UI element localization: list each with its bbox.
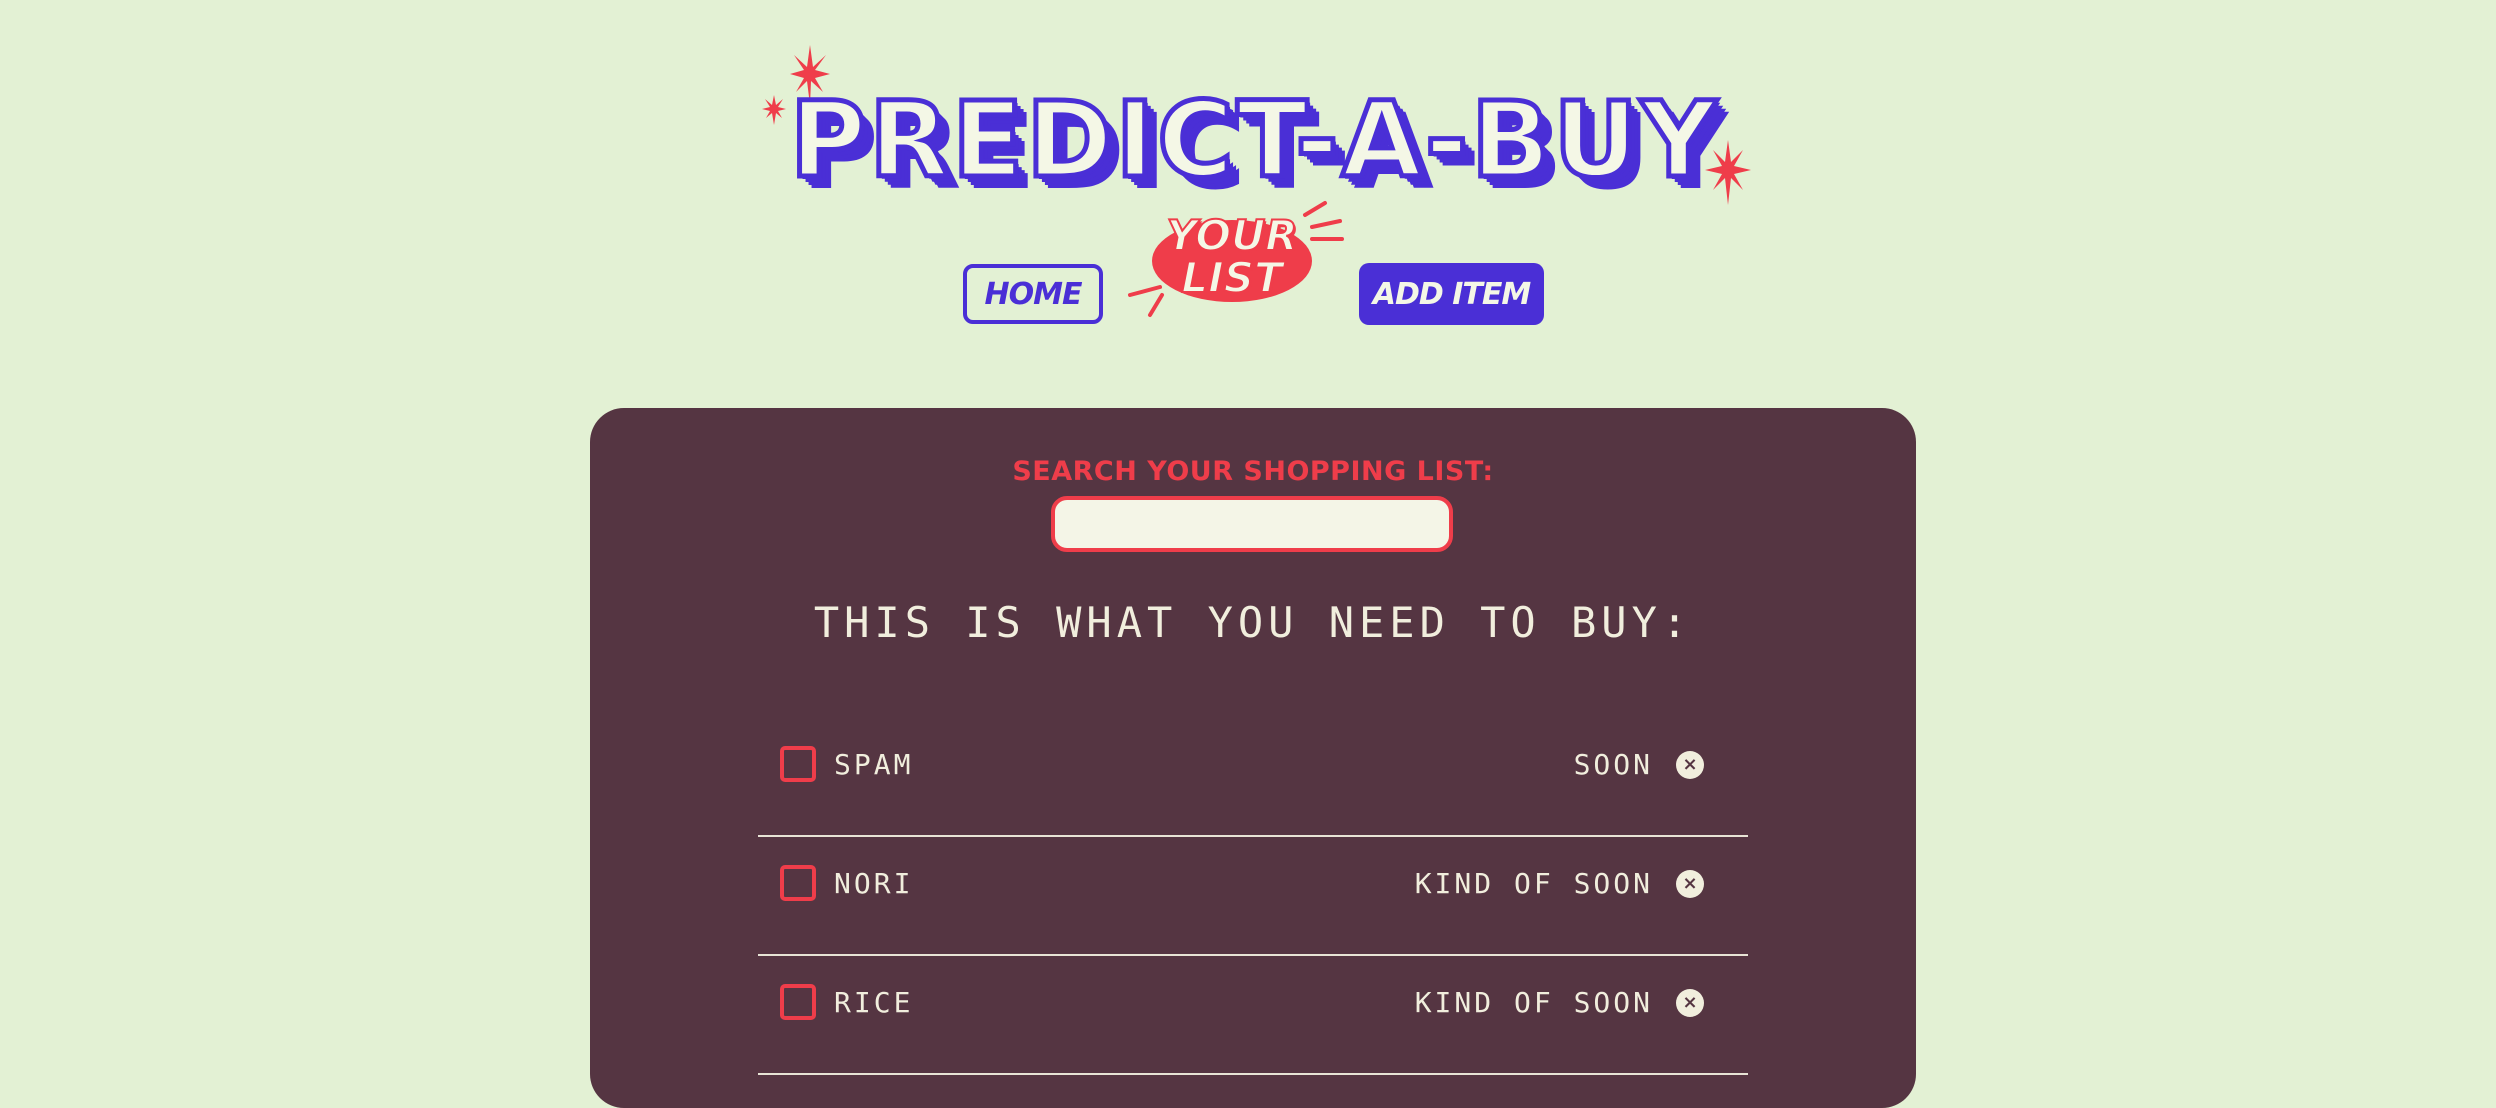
list-item: SPAM SOON × [758,718,1748,837]
item-checkbox[interactable] [780,984,816,1020]
item-urgency: SOON [1573,748,1653,781]
item-checkbox[interactable] [780,865,816,901]
app-title: PREDICT-A-BUY [787,79,1720,201]
item-name: SPAM [834,748,914,781]
nav-your-list-link[interactable]: YOUR LIST [1120,195,1350,330]
item-name: NORI [834,867,914,900]
shopping-list: SPAM SOON × NORI KIND OF SOON × RICE KIN… [758,718,1748,1075]
item-name: RICE [834,986,914,1019]
close-circle-icon[interactable]: × [1676,751,1704,779]
close-circle-icon[interactable]: × [1676,989,1704,1017]
app-header: PREDICT-A-BUY [760,30,1760,210]
your-list-label-line2: LIST [1180,253,1283,302]
nav-home-link[interactable]: HOME [963,264,1103,324]
shopping-list-panel: SEARCH YOUR SHOPPING LIST: THIS IS WHAT … [590,408,1916,1108]
nav-add-item-link[interactable]: ADD ITEM [1359,263,1544,325]
sparkle-icon [1705,140,1751,205]
search-label: SEARCH YOUR SHOPPING LIST: [1012,456,1494,487]
item-urgency: KIND OF SOON [1414,867,1653,900]
item-urgency: KIND OF SOON [1414,986,1653,1019]
list-item: NORI KIND OF SOON × [758,837,1748,956]
list-item: RICE KIND OF SOON × [758,956,1748,1075]
close-circle-icon[interactable]: × [1676,870,1704,898]
list-heading: THIS IS WHAT YOU NEED TO BUY: [813,598,1693,647]
item-checkbox[interactable] [780,746,816,782]
your-list-label: YOUR LIST [1152,211,1312,302]
search-input[interactable] [1051,496,1453,552]
your-list-label-line1: YOUR [1165,211,1298,260]
